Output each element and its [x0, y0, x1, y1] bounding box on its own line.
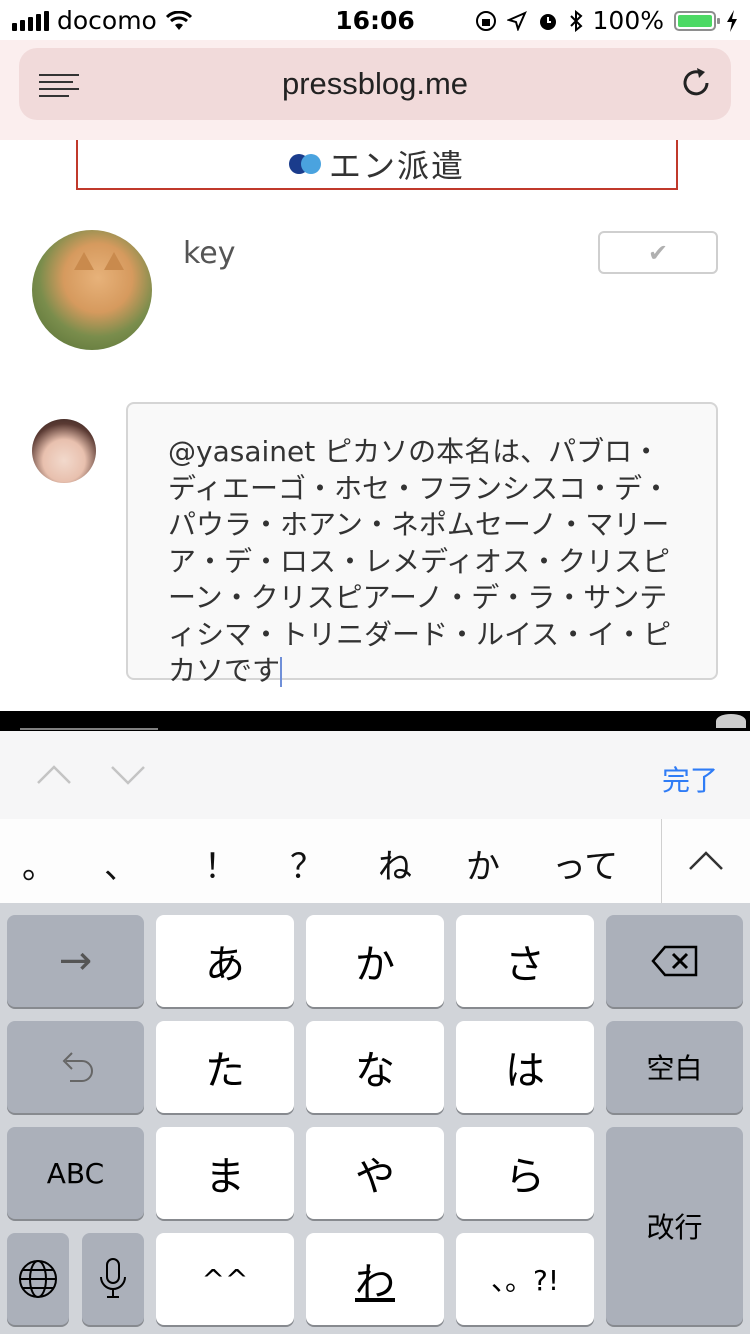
- url-text[interactable]: pressblog.me: [19, 66, 731, 102]
- key-a[interactable]: あ: [156, 915, 294, 1007]
- comment-textarea[interactable]: @yasainet ピカソの本名は、パブロ・ディエーゴ・ホセ・フランシスコ・デ・…: [126, 402, 718, 687]
- undo-key[interactable]: [7, 1021, 144, 1113]
- candidate-item[interactable]: ？: [290, 839, 324, 888]
- key-na[interactable]: な: [306, 1021, 444, 1113]
- key-ra[interactable]: ら: [456, 1127, 594, 1219]
- undo-icon: [62, 1052, 93, 1082]
- done-button[interactable]: 完了: [662, 759, 718, 799]
- candidate-item[interactable]: 、: [104, 839, 138, 888]
- avatar[interactable]: [32, 230, 152, 350]
- post-username[interactable]: key: [183, 236, 236, 271]
- dictation-key[interactable]: [82, 1233, 144, 1325]
- status-right: 100%: [475, 6, 738, 35]
- next-candidate-arrow-key[interactable]: →: [7, 915, 144, 1007]
- charging-icon: [727, 9, 737, 32]
- candidate-divider: [661, 819, 662, 903]
- battery-icon: [674, 10, 720, 31]
- previous-field-chevron-up-icon[interactable]: [36, 757, 72, 793]
- battery-percent: 100%: [592, 6, 664, 35]
- microphone-icon: [100, 1258, 126, 1298]
- candidate-bar: 。 、 ！ ？ ね か って: [0, 819, 750, 904]
- current-user-avatar: [32, 419, 96, 483]
- candidate-item[interactable]: ！: [204, 839, 238, 888]
- delete-key[interactable]: [606, 915, 743, 1007]
- key-ya[interactable]: や: [306, 1127, 444, 1219]
- comment-text: @yasainet ピカソの本名は、パブロ・ディエーゴ・ホセ・フランシスコ・デ・…: [168, 435, 672, 687]
- keyboard-separator: [0, 711, 750, 731]
- japanese-keyboard: → あ か さ た な は 空白 ABC ま や ら 改行 ^^ わ 、。?!: [0, 903, 750, 1334]
- check-button[interactable]: ✔: [598, 231, 718, 274]
- candidate-item[interactable]: か: [466, 839, 500, 888]
- status-bar: docomo 16:06 100%: [0, 0, 750, 40]
- abc-mode-key[interactable]: ABC: [7, 1127, 144, 1219]
- ad-banner[interactable]: エン派遣: [76, 140, 678, 190]
- tab-indicator: [20, 728, 158, 730]
- key-wa[interactable]: わ: [306, 1233, 444, 1325]
- return-key[interactable]: 改行: [606, 1127, 743, 1325]
- globe-key[interactable]: [7, 1233, 69, 1325]
- globe-icon: [19, 1260, 57, 1298]
- key-ha[interactable]: は: [456, 1021, 594, 1113]
- text-caret: [280, 657, 283, 687]
- reload-icon[interactable]: [679, 66, 713, 100]
- space-key[interactable]: 空白: [606, 1021, 743, 1113]
- key-ma[interactable]: ま: [156, 1127, 294, 1219]
- punctuation-key[interactable]: 、。?!: [456, 1233, 594, 1325]
- candidate-item[interactable]: って: [552, 839, 618, 888]
- brand-logo-icon: [288, 154, 321, 174]
- candidate-item[interactable]: 。: [22, 839, 56, 888]
- bluetooth-icon: [569, 9, 583, 32]
- location-icon: [506, 10, 527, 31]
- candidate-item[interactable]: ね: [378, 839, 412, 888]
- backspace-icon: [650, 945, 697, 977]
- key-sa[interactable]: さ: [456, 915, 594, 1007]
- keyboard-accessory-bar: 完了: [0, 731, 750, 820]
- browser-toolbar: pressblog.me: [0, 40, 750, 140]
- alarm-icon: [539, 13, 556, 30]
- address-bar[interactable]: pressblog.me: [19, 48, 731, 120]
- expand-candidates-chevron-up-icon[interactable]: [686, 845, 726, 875]
- banner-text: エン派遣: [328, 147, 465, 185]
- key-ta[interactable]: た: [156, 1021, 294, 1113]
- orientation-lock-icon: [475, 10, 496, 31]
- next-field-chevron-down-icon[interactable]: [110, 757, 146, 793]
- key-ka[interactable]: か: [306, 915, 444, 1007]
- warning-icon: [716, 714, 746, 728]
- kaomoji-key[interactable]: ^^: [156, 1233, 294, 1325]
